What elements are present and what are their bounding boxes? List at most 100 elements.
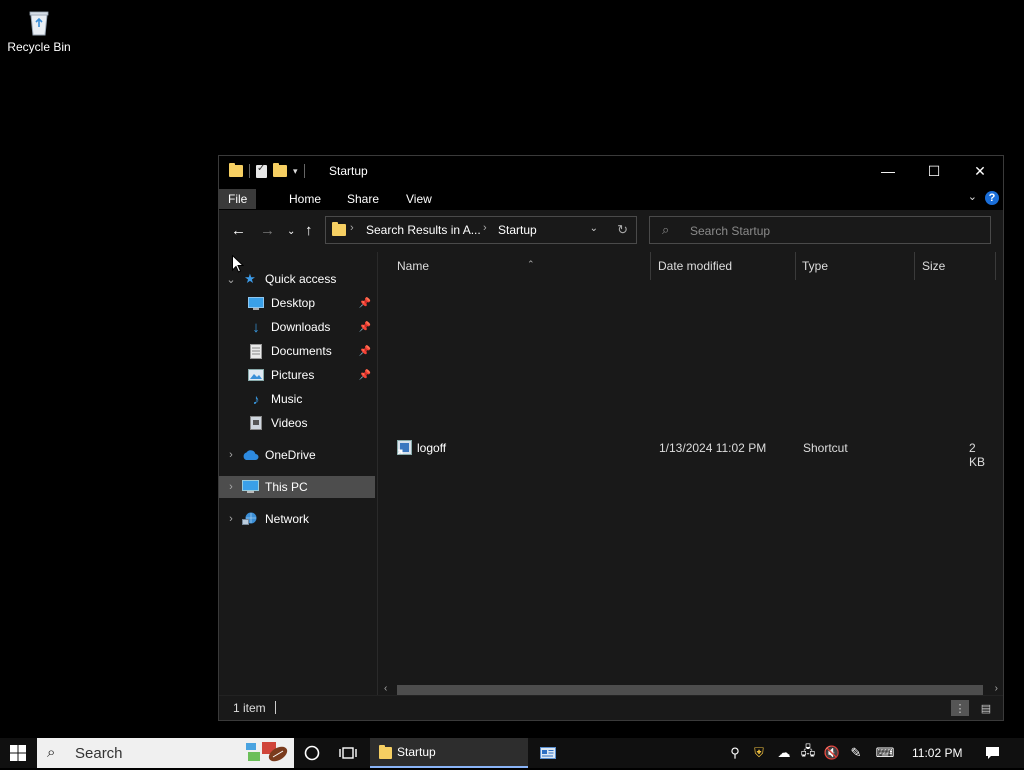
maximize-button[interactable]: ☐ bbox=[911, 156, 957, 186]
window-title: Startup bbox=[329, 164, 368, 178]
folder-icon bbox=[332, 222, 346, 236]
properties-icon[interactable] bbox=[256, 163, 267, 178]
ribbon-tabs: File Home Share View ⌄ ? bbox=[219, 186, 1003, 210]
breadcrumb-search-results[interactable]: Search Results in A... bbox=[366, 223, 481, 237]
minimize-button[interactable]: — bbox=[865, 156, 911, 186]
recycle-bin-icon bbox=[23, 6, 55, 38]
tab-view[interactable]: View bbox=[396, 189, 442, 209]
navigation-bar: ← → ⌄ ↑ › Search Results in A... › Start… bbox=[219, 210, 1003, 252]
volume-muted-icon[interactable]: 🔇 bbox=[820, 745, 844, 761]
onedrive-offline-icon[interactable]: ☁ bbox=[772, 745, 796, 761]
nav-item-network[interactable]: › Network bbox=[219, 508, 375, 530]
column-header-date-modified[interactable]: Date modified bbox=[652, 252, 796, 280]
search-icon: ⌕ bbox=[47, 744, 56, 761]
people-icon[interactable]: ⚲ bbox=[724, 745, 746, 761]
column-header-type[interactable]: Type bbox=[796, 252, 915, 280]
security-warning-icon[interactable]: ⛨ bbox=[746, 745, 772, 761]
breadcrumb-startup[interactable]: Startup bbox=[498, 223, 537, 237]
network-disconnected-icon[interactable]: 🖧 bbox=[796, 742, 820, 764]
close-button[interactable]: ✕ bbox=[957, 156, 1003, 186]
item-count: 1 item bbox=[233, 701, 266, 715]
expand-chevron-icon[interactable]: › bbox=[221, 481, 241, 493]
nav-item-label: Downloads bbox=[271, 320, 331, 334]
document-icon bbox=[247, 343, 265, 359]
tab-share[interactable]: Share bbox=[337, 189, 389, 209]
file-size: 2 KB bbox=[969, 441, 986, 469]
search-box[interactable]: ⌕ bbox=[649, 216, 991, 244]
search-icon: ⌕ bbox=[662, 222, 670, 237]
help-icon[interactable]: ? bbox=[985, 191, 999, 205]
taskbar-app-file-explorer[interactable]: Startup bbox=[370, 738, 528, 768]
scroll-left-icon[interactable]: ‹ bbox=[384, 683, 387, 694]
file-name: logoff bbox=[417, 441, 447, 455]
address-bar[interactable]: › Search Results in A... › Startup ⌄ ↻ bbox=[325, 216, 637, 244]
network-icon bbox=[241, 511, 259, 527]
taskbar-clock[interactable]: 11:02 PM bbox=[912, 746, 962, 760]
search-highlight-icon[interactable] bbox=[240, 739, 292, 767]
expand-chevron-icon[interactable]: › bbox=[221, 449, 241, 461]
breadcrumb-chevron-icon[interactable]: › bbox=[350, 222, 354, 234]
status-separator bbox=[275, 701, 276, 714]
nav-item-this-pc[interactable]: › This PC bbox=[219, 476, 375, 498]
download-arrow-icon: ↓ bbox=[252, 318, 260, 336]
large-icons-view-icon[interactable]: ▤ bbox=[977, 700, 995, 716]
mouse-cursor-icon bbox=[232, 254, 245, 276]
column-header-label: Name bbox=[397, 259, 430, 273]
scroll-right-icon[interactable]: › bbox=[995, 683, 998, 694]
file-date-modified: 1/13/2024 11:02 PM bbox=[659, 441, 767, 455]
column-header-name[interactable]: Name ⌃ bbox=[391, 252, 651, 280]
back-button[interactable]: ← bbox=[231, 222, 246, 239]
nav-item-videos[interactable]: Videos bbox=[219, 412, 375, 434]
breadcrumb-chevron-icon[interactable]: › bbox=[483, 222, 487, 234]
up-button[interactable]: ↑ bbox=[305, 222, 313, 239]
expand-ribbon-icon[interactable]: ⌄ bbox=[968, 190, 977, 203]
pin-icon[interactable]: 📌 bbox=[359, 298, 371, 309]
new-folder-icon[interactable] bbox=[273, 163, 287, 177]
pin-icon[interactable]: 📌 bbox=[359, 322, 371, 333]
title-bar: ▾ Startup — ☐ ✕ bbox=[219, 156, 1003, 186]
cloud-icon bbox=[241, 447, 259, 463]
nav-item-onedrive[interactable]: › OneDrive bbox=[219, 444, 375, 466]
window-controls: — ☐ ✕ bbox=[865, 156, 1003, 186]
toolbar-separator bbox=[303, 164, 305, 178]
action-center-icon[interactable] bbox=[978, 738, 1006, 768]
tab-home[interactable]: Home bbox=[279, 189, 331, 209]
recycle-bin-shortcut[interactable]: Recycle Bin bbox=[4, 6, 74, 54]
search-input[interactable] bbox=[688, 221, 982, 241]
pinned-app-icon[interactable] bbox=[536, 738, 560, 768]
tab-file[interactable]: File bbox=[219, 189, 257, 209]
sort-ascending-icon: ⌃ bbox=[527, 259, 535, 269]
details-view-icon[interactable]: ⋮ bbox=[951, 700, 969, 716]
touch-keyboard-icon[interactable]: ⌨ bbox=[868, 745, 902, 761]
nav-item-label: OneDrive bbox=[265, 448, 316, 462]
pin-icon[interactable]: 📌 bbox=[359, 346, 371, 357]
file-row[interactable]: logoff 1/13/2024 11:02 PM Shortcut 2 KB bbox=[391, 438, 991, 469]
nav-item-pictures[interactable]: Pictures 📌 bbox=[219, 364, 375, 386]
nav-item-documents[interactable]: Documents 📌 bbox=[219, 340, 375, 362]
folder-icon bbox=[229, 163, 243, 177]
recent-locations-dropdown-icon[interactable]: ⌄ bbox=[287, 226, 295, 237]
column-header-size[interactable]: Size bbox=[916, 252, 996, 280]
windows-logo-icon bbox=[10, 745, 26, 761]
expand-chevron-icon[interactable]: › bbox=[221, 513, 241, 525]
start-button[interactable] bbox=[0, 738, 36, 768]
cortana-icon[interactable] bbox=[300, 738, 324, 768]
task-view-icon[interactable] bbox=[336, 738, 360, 768]
pin-icon[interactable]: 📌 bbox=[359, 370, 371, 381]
pane-divider[interactable] bbox=[377, 252, 378, 698]
customize-toolbar-dropdown-icon[interactable]: ▾ bbox=[293, 166, 298, 177]
nav-item-music[interactable]: ♪ Music bbox=[219, 388, 375, 410]
computer-icon bbox=[241, 479, 259, 495]
desktop-icon bbox=[247, 295, 265, 311]
forward-button[interactable]: → bbox=[260, 222, 275, 239]
taskbar: ⌕ Search Startup ⚲ ⛨ ☁ 🖧 🔇 ✎ ⌨ 11:02 PM bbox=[0, 738, 1024, 768]
taskbar-search-box[interactable]: ⌕ Search bbox=[37, 738, 294, 768]
music-note-icon: ♪ bbox=[252, 391, 260, 407]
pen-workspace-icon[interactable]: ✎ bbox=[844, 745, 868, 761]
refresh-icon[interactable]: ↻ bbox=[617, 222, 628, 238]
nav-item-downloads[interactable]: ↓ Downloads 📌 bbox=[219, 316, 375, 338]
nav-item-label: Videos bbox=[271, 416, 308, 430]
nav-item-desktop[interactable]: Desktop 📌 bbox=[219, 292, 375, 314]
navigation-pane: ⌄ ★ Quick access Desktop 📌 ↓ Downloads 📌… bbox=[219, 252, 377, 698]
address-dropdown-icon[interactable]: ⌄ bbox=[590, 223, 598, 234]
